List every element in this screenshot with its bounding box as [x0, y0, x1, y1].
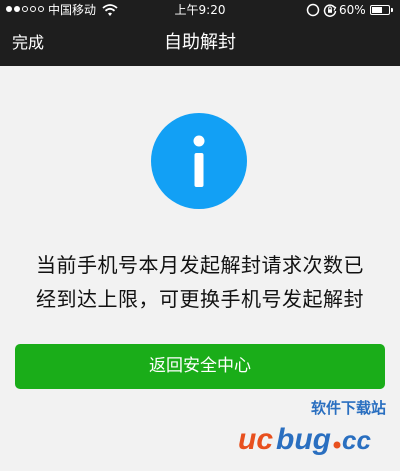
- return-security-center-button[interactable]: 返回安全中心: [15, 344, 385, 389]
- battery-icon: [370, 5, 390, 15]
- svg-text:cc: cc: [342, 425, 371, 455]
- watermark: 软件下载站 uc bug cc: [236, 397, 386, 457]
- svg-text:bug: bug: [276, 423, 331, 456]
- nav-bar: 完成 自助解封: [0, 20, 400, 66]
- lock-icon: [306, 3, 320, 17]
- limit-message: 当前手机号本月发起解封请求次数已 经到达上限，可更换手机号发起解封: [22, 248, 378, 316]
- svg-text:uc: uc: [238, 423, 273, 456]
- orientation-lock-icon: [323, 4, 337, 17]
- status-bar: 中国移动 上午9:20 60%: [0, 0, 400, 20]
- page-title: 自助解封: [164, 32, 236, 53]
- info-icon: [151, 113, 247, 209]
- message-line-2: 经到达上限，可更换手机号发起解封: [36, 287, 364, 311]
- battery-percent: 60%: [339, 3, 366, 17]
- message-line-1: 当前手机号本月发起解封请求次数已: [36, 253, 364, 277]
- battery-level: [372, 7, 382, 13]
- phone-screen: 中国移动 上午9:20 60% 完成 自助解封 当前手机号本月发起解封请求次数已…: [0, 0, 400, 471]
- battery-tip: [391, 8, 393, 12]
- ucbug-logo: uc bug cc: [238, 423, 371, 456]
